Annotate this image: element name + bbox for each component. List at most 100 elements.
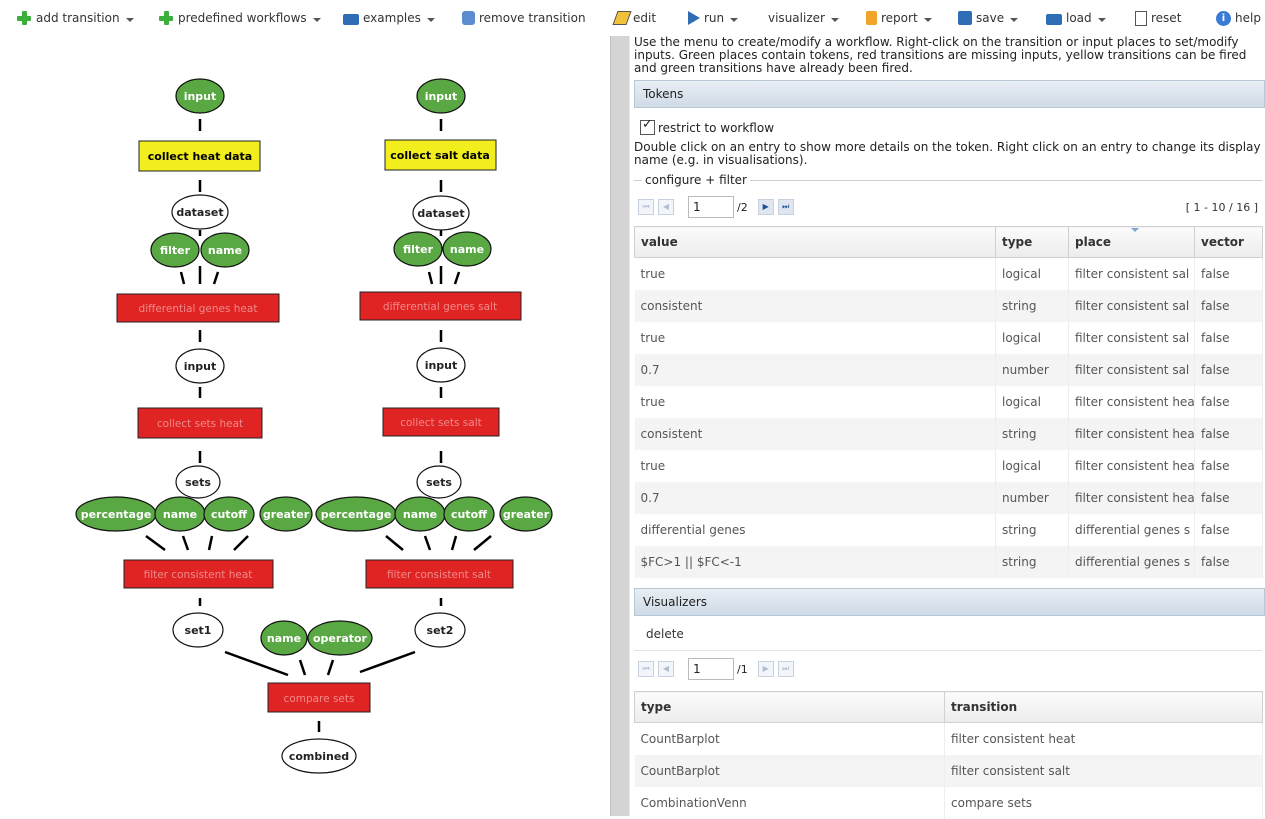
save-icon <box>958 11 972 25</box>
column-header-type[interactable]: type <box>634 691 945 723</box>
column-header-label: place <box>1075 235 1112 249</box>
place-label: percentage <box>321 508 392 521</box>
chevron-down-icon <box>830 17 839 22</box>
transition-label: collect heat data <box>148 150 252 163</box>
place-label: percentage <box>81 508 152 521</box>
reset-button[interactable]: reset <box>1135 9 1181 27</box>
column-header-transition[interactable]: transition <box>944 691 1263 723</box>
table-cell: false <box>1194 354 1263 386</box>
table-cell: true <box>634 257 996 290</box>
table-cell: false <box>1194 482 1263 514</box>
prev-page-icon[interactable]: ◀ <box>658 199 674 215</box>
column-header-type[interactable]: type <box>995 226 1069 258</box>
next-page-icon[interactable]: ▶ <box>757 199 774 215</box>
table-cell: number <box>995 354 1069 386</box>
save-menu[interactable]: save <box>958 9 1019 27</box>
table-cell: 0.7 <box>634 354 996 386</box>
page-number-input[interactable]: 1 <box>688 658 734 680</box>
visualizers-toolbar: delete <box>634 622 1262 651</box>
right-branch: input collect salt data dataset filter n… <box>315 78 553 648</box>
place-label: name <box>267 632 301 645</box>
table-cell: false <box>1194 386 1263 418</box>
page-total: /1 <box>737 662 748 676</box>
examples-label: examples <box>363 11 421 25</box>
last-page-icon[interactable]: ⏭ <box>777 661 794 677</box>
column-header-place[interactable]: place <box>1068 226 1195 258</box>
page-total: /2 <box>737 200 748 214</box>
sort-indicator-icon <box>1131 228 1139 232</box>
page-icon <box>1135 10 1147 26</box>
table-cell: false <box>1194 450 1263 482</box>
edit-button[interactable]: edit <box>612 9 657 27</box>
load-menu[interactable]: load <box>1046 9 1106 27</box>
table-row[interactable]: CountBarplot filter consistent heat <box>634 722 1263 755</box>
report-menu[interactable]: report <box>866 9 932 27</box>
left-branch: input collect heat data dataset filter n… <box>75 78 313 648</box>
table-cell: filter consistent sal <box>1068 354 1195 386</box>
report-label: report <box>881 11 918 25</box>
table-row[interactable]: 0.7 number filter consistent sal false <box>634 354 1263 386</box>
visualizer-menu[interactable]: visualizer <box>768 9 839 27</box>
place-label: name <box>403 508 437 521</box>
configure-filter-legend[interactable]: configure + filter <box>642 173 750 187</box>
table-row[interactable]: consistent string filter consistent sal fal… <box>634 290 1263 322</box>
help-button[interactable]: i help <box>1216 9 1261 27</box>
table-cell: filter consistent heat <box>944 722 1263 755</box>
predefined-workflows-menu[interactable]: predefined workflows <box>158 9 321 27</box>
place-label: sets <box>185 476 211 489</box>
table-cell: string <box>995 290 1069 322</box>
table-row[interactable]: true logical filter consistent heа false <box>634 386 1263 418</box>
prev-page-icon[interactable]: ◀ <box>658 661 674 677</box>
run-menu[interactable]: run <box>688 9 739 27</box>
table-row[interactable]: differential genes string differential gen… <box>634 514 1263 546</box>
restrict-to-workflow-option[interactable]: restrict to workflow <box>640 117 774 135</box>
table-row[interactable]: CombinationVenn compare sets <box>634 787 1263 819</box>
first-page-icon[interactable]: ⏮ <box>638 199 654 215</box>
edit-label: edit <box>633 11 657 25</box>
record-range: [ 1 - 10 / 16 ] <box>1185 200 1258 214</box>
page-number-input[interactable]: 1 <box>688 196 734 218</box>
first-page-icon[interactable]: ⏮ <box>638 661 654 677</box>
clipboard-icon <box>866 11 877 25</box>
tokens-section-header[interactable]: Tokens <box>634 80 1265 108</box>
table-cell: consistent <box>634 290 996 322</box>
table-row[interactable]: CountBarplot filter consistent salt <box>634 755 1263 787</box>
table-row[interactable]: true logical filter consistent heа false <box>634 450 1263 482</box>
panel-splitter[interactable] <box>610 36 630 816</box>
place-label: greater <box>263 508 310 521</box>
place-label: dataset <box>417 207 464 220</box>
column-header-value[interactable]: value <box>634 226 996 258</box>
chevron-down-icon <box>426 17 435 22</box>
examples-menu[interactable]: examples <box>343 9 435 27</box>
place-label: cutoff <box>211 508 247 521</box>
place-label: input <box>184 90 217 103</box>
last-page-icon[interactable]: ⏭ <box>777 199 794 215</box>
add-icon <box>158 10 174 26</box>
visualizers-section-header[interactable]: Visualizers <box>634 588 1265 616</box>
table-row[interactable]: true logical filter consistent sal false <box>634 322 1263 354</box>
table-row[interactable]: true logical filter consistent sal false <box>634 257 1263 290</box>
table-cell: true <box>634 322 996 354</box>
visualizers-pager: ⏮ ◀ 1 /1 ▶ ⏭ <box>634 652 1262 686</box>
table-row[interactable]: 0.7 number filter consistent heа false <box>634 482 1263 514</box>
remove-transition-button[interactable]: remove transition <box>462 9 586 27</box>
pencil-icon <box>612 11 632 25</box>
table-row[interactable]: consistent string filter consistent heа fal… <box>634 418 1263 450</box>
folder-icon <box>1046 13 1062 25</box>
table-cell: compare sets <box>944 787 1263 819</box>
delete-button[interactable]: delete <box>646 627 684 641</box>
add-transition-menu[interactable]: add transition <box>16 9 134 27</box>
table-cell: filter consistent sal <box>1068 322 1195 354</box>
chevron-down-icon <box>730 17 739 22</box>
place-label: input <box>425 90 458 103</box>
place-label: cutoff <box>451 508 487 521</box>
column-header-vector[interactable]: vector <box>1194 226 1263 258</box>
workflow-canvas[interactable]: input collect heat data dataset filter n… <box>0 36 610 816</box>
configure-filter-fieldset: configure + filter <box>634 173 1262 187</box>
load-label: load <box>1066 11 1092 25</box>
next-page-icon[interactable]: ▶ <box>757 661 774 677</box>
chevron-down-icon <box>312 17 321 22</box>
restrict-checkbox[interactable] <box>640 117 655 135</box>
table-row[interactable]: $FC>1 || $FC<-1 string differential genes … <box>634 546 1263 578</box>
run-label: run <box>704 11 725 25</box>
